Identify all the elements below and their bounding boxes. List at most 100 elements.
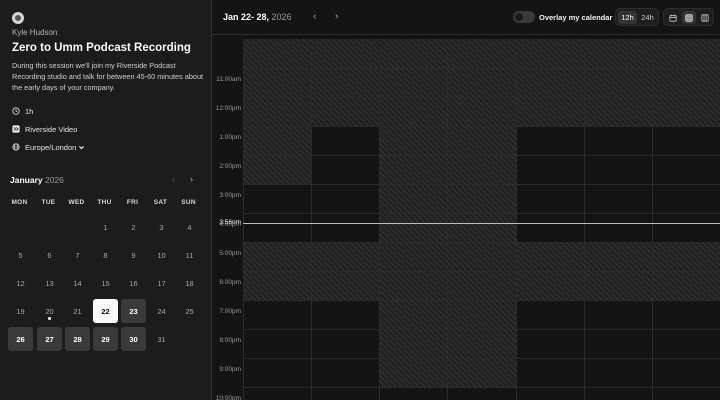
- day-number: 26: [16, 334, 25, 344]
- day-column-line: [447, 53, 449, 400]
- time-label: 7:00pm: [219, 308, 241, 315]
- month-view-button[interactable]: [666, 11, 680, 24]
- time-label: 11:00am: [216, 76, 241, 83]
- format-12h-button[interactable]: 12h: [618, 11, 637, 24]
- day-27[interactable]: 27: [37, 327, 62, 351]
- hour-line: [243, 184, 720, 185]
- hour-line: [243, 358, 720, 359]
- avatar: [12, 12, 24, 24]
- next-week-button[interactable]: ›: [335, 11, 338, 22]
- calendar-month-icon: [669, 14, 677, 22]
- location-row: Riverside Video: [12, 124, 77, 134]
- day-number: 10: [157, 250, 166, 260]
- day-25: 25: [177, 299, 202, 323]
- day-20: 20: [37, 299, 62, 323]
- riverside-logo-icon: [12, 125, 20, 133]
- day-28[interactable]: 28: [65, 327, 90, 351]
- day-3: 3: [149, 215, 174, 239]
- time-label: 1:00pm: [219, 134, 241, 141]
- timezone-text: Europe/London: [25, 142, 77, 152]
- unavailable-block: [515, 39, 584, 126]
- day-column-line: [515, 53, 517, 400]
- weekday-fri: FRI: [126, 199, 139, 206]
- day-number: 7: [75, 250, 80, 260]
- day-number: 2: [131, 222, 136, 232]
- overlay-calendar-toggle[interactable]: [513, 11, 535, 23]
- overlay-calendar-label: Overlay my calendar: [539, 13, 613, 22]
- day-10: 10: [149, 243, 174, 267]
- day-26[interactable]: 26: [8, 327, 33, 351]
- day-number: 11: [185, 250, 194, 260]
- day-number: 27: [45, 334, 54, 344]
- time-label: 2:00pm: [219, 163, 241, 170]
- day-number: 24: [157, 306, 166, 316]
- day-29[interactable]: 29: [93, 327, 118, 351]
- weekday-wed: WED: [68, 199, 85, 206]
- duration-text: 1h: [25, 106, 34, 116]
- day-2: 2: [121, 215, 146, 239]
- date-range-year: 2026: [271, 12, 292, 22]
- hour-line: [243, 271, 720, 272]
- day-15: 15: [93, 271, 118, 295]
- next-month-button[interactable]: ›: [190, 174, 193, 184]
- day-number: 6: [47, 250, 52, 260]
- day-number: 29: [101, 334, 110, 344]
- columns-icon: [701, 13, 709, 22]
- day-14: 14: [65, 271, 90, 295]
- column-view-button[interactable]: [698, 11, 712, 24]
- day-column-line: [583, 53, 585, 400]
- unavailable-block: [583, 39, 652, 126]
- hour-line: [243, 68, 720, 69]
- prev-month-button[interactable]: ‹: [172, 174, 175, 184]
- date-range-main: Jan 22- 28,: [223, 12, 270, 22]
- day-column-line: [243, 53, 244, 400]
- day-21: 21: [65, 299, 90, 323]
- day-30[interactable]: 30: [121, 327, 146, 351]
- weekday-sat: SAT: [153, 199, 168, 206]
- booking-app: Kyle Hudson Zero to Umm Podcast Recordin…: [0, 0, 720, 400]
- chevron-down-icon: [79, 145, 85, 149]
- day-number: 25: [185, 306, 194, 316]
- day-number: 5: [18, 250, 23, 260]
- day-number: 12: [16, 278, 25, 288]
- current-time-line: [243, 223, 720, 224]
- day-11: 11: [177, 243, 202, 267]
- event-title: Zero to Umm Podcast Recording: [12, 42, 191, 54]
- day-number: 30: [129, 334, 138, 344]
- day-number: 8: [103, 250, 108, 260]
- time-label: 9:00pm: [219, 366, 241, 373]
- day-number: 16: [129, 278, 138, 288]
- format-24h-button[interactable]: 24h: [638, 11, 657, 24]
- hour-line: [243, 213, 720, 214]
- time-label: 12:00pm: [215, 105, 241, 112]
- day-12: 12: [8, 271, 33, 295]
- week-view: Jan 22- 28, 2026 ‹ › Overlay my calendar…: [212, 0, 720, 400]
- timezone-select[interactable]: Europe/London: [12, 142, 85, 152]
- clock-icon: [12, 107, 20, 115]
- week-view-button[interactable]: [682, 11, 696, 24]
- time-label: 6:00pm: [219, 279, 241, 286]
- time-format-switch: 12h 24h: [615, 8, 659, 26]
- day-number: 19: [16, 306, 25, 316]
- prev-week-button[interactable]: ‹: [313, 11, 316, 22]
- event-sidebar: Kyle Hudson Zero to Umm Podcast Recordin…: [0, 0, 212, 400]
- day-23[interactable]: 23: [121, 299, 146, 323]
- day-17: 17: [149, 271, 174, 295]
- day-18: 18: [177, 271, 202, 295]
- hour-line: [243, 155, 720, 156]
- time-label: 4:00pm: [219, 221, 241, 228]
- grid-icon: [685, 13, 693, 22]
- day-number: 14: [73, 278, 82, 288]
- day-8: 8: [93, 243, 118, 267]
- header-divider: [212, 34, 720, 35]
- unavailable-block: [651, 39, 720, 126]
- hour-line: [243, 387, 720, 388]
- day-13: 13: [37, 271, 62, 295]
- day-22[interactable]: 22: [93, 299, 118, 323]
- month-year: 2026: [44, 175, 64, 185]
- time-label: 3:00pm: [219, 192, 241, 199]
- day-6: 6: [37, 243, 62, 267]
- day-number: 17: [157, 278, 166, 288]
- hour-line: [243, 242, 720, 243]
- day-column-line: [379, 53, 381, 400]
